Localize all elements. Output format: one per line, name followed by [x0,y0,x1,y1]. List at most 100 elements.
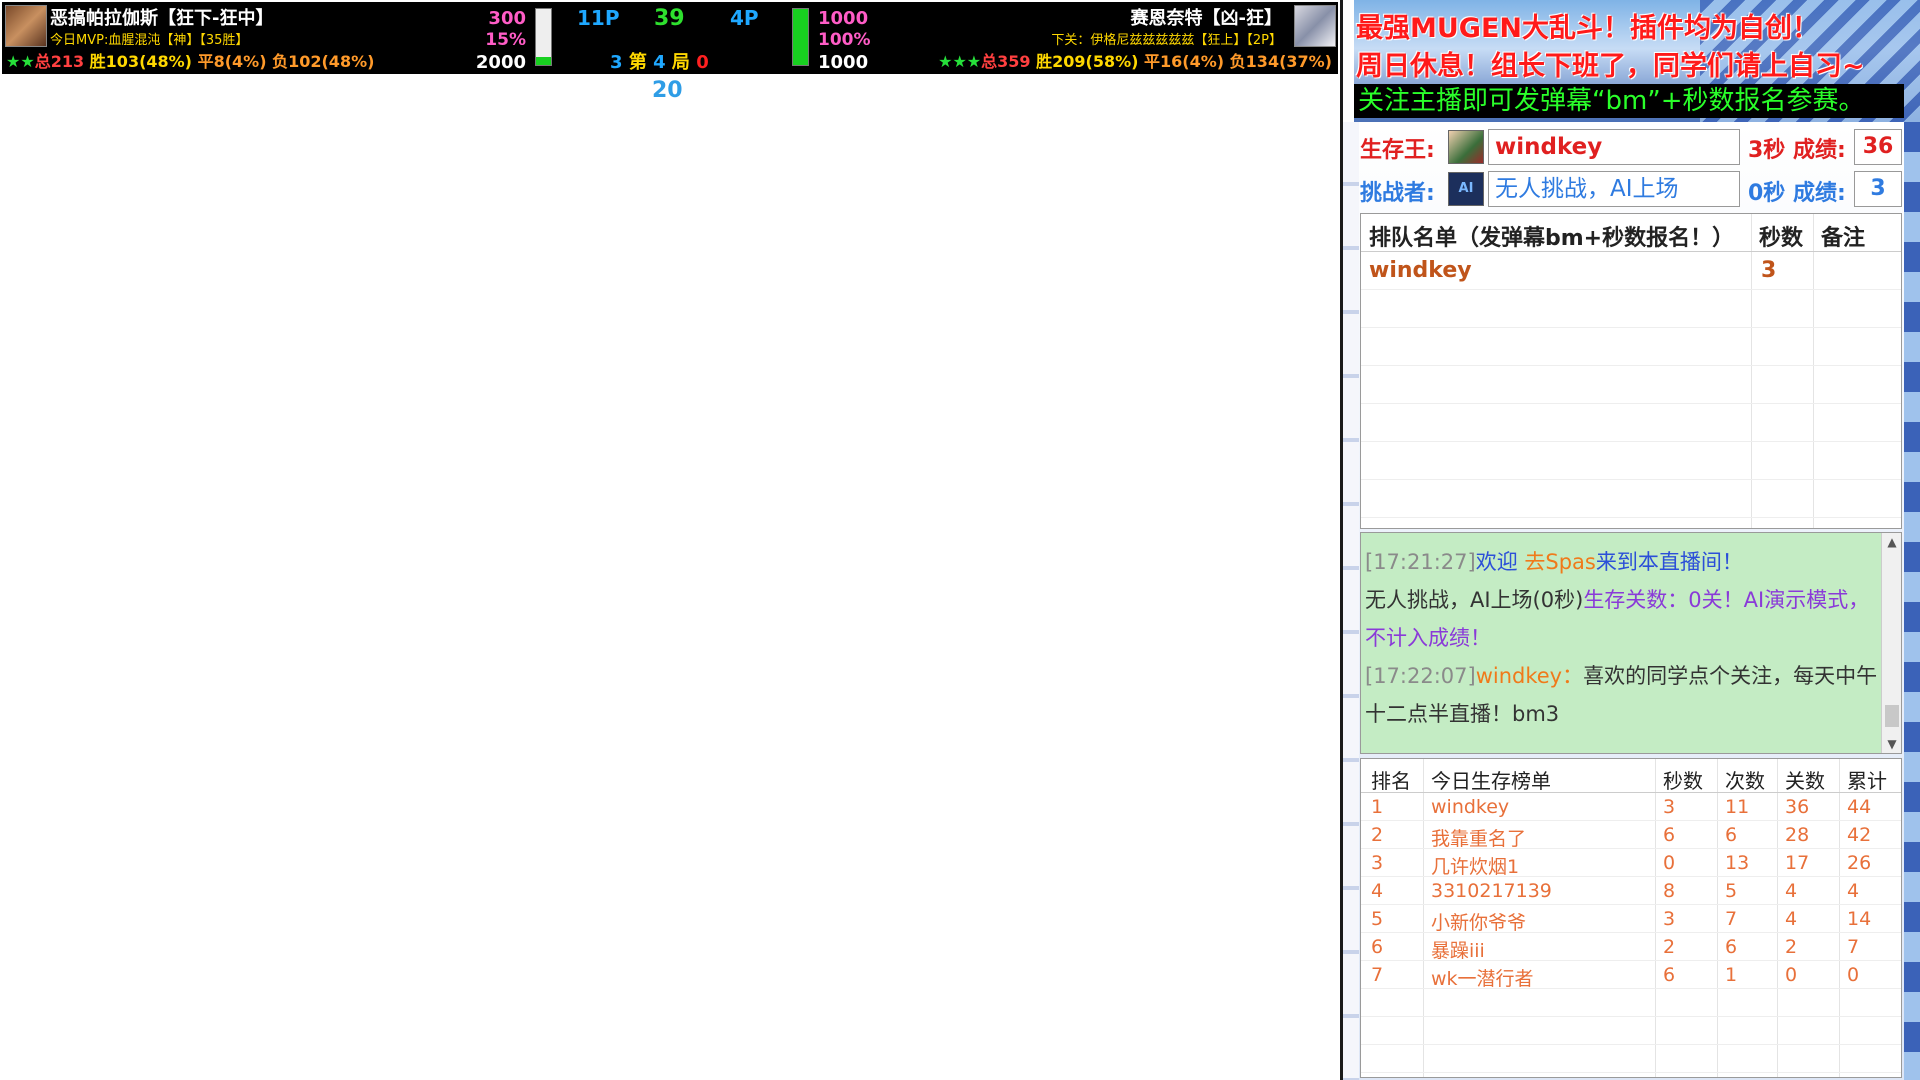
board-cell-rank: 6 [1371,936,1384,958]
p1-win: 胜103(48%) [89,52,192,71]
board-cell-stages: 4 [1785,880,1798,902]
king-seconds: 3秒 [1748,138,1786,163]
side-panel-left-decoration [1343,122,1359,1080]
board-cell-seconds: 0 [1663,852,1676,874]
p1-portrait [5,5,47,47]
round-left-count: 3 [610,52,623,73]
board-cell-seconds: 6 [1663,824,1676,846]
p1-level: 11P [577,6,620,30]
p2-life-bar [792,8,809,66]
board-cell-times: 11 [1725,796,1750,818]
chat-message: [17:21:27]欢迎 去Spas来到本直播间！ [1365,543,1881,581]
p2-power: 1000 [818,52,869,73]
p2-next-stage: 下关：伊格尼兹兹兹兹兹【狂上】【2P】 [1051,33,1282,48]
board-row[interactable]: 6 暴躁iii 2 6 2 7 [1361,933,1901,962]
queue-row-empty [1361,404,1901,442]
queue-header-name: 排队名单（发弹幕bm+秒数报名！） [1369,226,1735,251]
scroll-thumb[interactable] [1885,705,1899,727]
chat-text: 欢迎 [1475,550,1525,574]
p2-draw: 平16(4%) [1144,52,1225,71]
chat-time: [17:22:07] [1365,664,1476,688]
board-cell-seconds: 8 [1663,880,1676,902]
board-cell-total: 7 [1847,936,1860,958]
board-cell-total: 42 [1847,824,1872,846]
round-number: 4 [653,52,666,73]
queue-row-name: windkey [1369,258,1472,283]
banner-line-2: 周日休息！组长下班了，同学们请上自习~ [1356,51,1865,82]
king-score: 36 [1854,129,1902,165]
queue-row-empty [1361,328,1901,366]
board-cell-times: 6 [1725,936,1738,958]
p1-lose: 负102(48%) [272,52,375,71]
board-cell-name: 3310217139 [1431,880,1552,902]
board-row[interactable]: 7 wk一潜行者 6 1 0 0 [1361,961,1901,990]
king-seconds-score-label: 3秒 成绩: [1748,132,1846,164]
king-score-label-text: 成绩: [1792,138,1846,163]
round-word-1: 第 [628,52,647,73]
p1-stats: ★★总213 胜103(48%) 平8(4%) 负102(48%) [6,54,374,70]
board-cell-rank: 2 [1371,824,1384,846]
board-cell-times: 5 [1725,880,1738,902]
board-cell-times: 1 [1725,964,1738,986]
chat-text: 来到本直播间！ [1595,550,1743,574]
p1-hp-percent: 15% [485,30,526,50]
board-cell-rank: 4 [1371,880,1384,902]
p2-win: 胜209(58%) [1036,52,1139,71]
p1-life-fill [536,56,551,65]
challenger-seconds: 0秒 [1748,181,1786,206]
queue-header-note: 备注 [1821,226,1866,251]
p1-power: 2000 [475,52,526,73]
board-header-name: 今日生存榜单 [1431,769,1551,793]
board-cell-name: wk一潜行者 [1431,968,1534,990]
chat-panel[interactable]: [17:21:27]欢迎 去Spas来到本直播间！ 无人挑战，AI上场(0秒)生… [1360,532,1902,754]
board-cell-total: 26 [1847,852,1872,874]
chat-user: windkey [1475,664,1563,688]
board-cell-name: 我靠重名了 [1431,828,1527,850]
board-row[interactable]: 1 windkey 3 11 36 44 [1361,793,1901,821]
board-row[interactable]: 4 3310217139 8 5 4 4 [1361,877,1901,905]
board-cell-seconds: 3 [1663,796,1676,818]
board-cell-rank: 3 [1371,852,1384,874]
board-cell-total: 14 [1847,908,1872,930]
stream-overlay: 恶搞帕拉伽斯【狂下-狂中】 今日MVP:血腥混沌【神】【35胜】 ★★总213 … [0,0,1920,1080]
board-row[interactable]: 2 我靠重名了 6 6 28 42 [1361,821,1901,850]
p2-hp: 1000 [818,8,869,29]
p1-stars: ★★ [6,52,35,71]
board-cell-seconds: 2 [1663,936,1676,958]
p2-life-fill [793,9,808,65]
chat-user: 去Spas [1524,550,1596,574]
board-row-empty [1361,1045,1901,1073]
board-cell-total: 44 [1847,796,1872,818]
queue-row-empty [1361,366,1901,404]
board-cell-rank: 5 [1371,908,1384,930]
seconds-counter: 20 [652,78,683,103]
queue-row[interactable]: windkey 3 [1361,252,1901,290]
scroll-up-icon[interactable]: ▲ [1882,533,1901,551]
chat-scrollbar[interactable]: ▲ ▼ [1881,533,1901,753]
queue-row-empty [1361,480,1901,518]
board-cell-name: windkey [1431,796,1510,818]
queue-header-seconds: 秒数 [1759,226,1804,251]
board-header-stages: 关数 [1785,769,1825,793]
p1-total: 总213 [34,52,85,71]
p2-total: 总359 [981,52,1031,71]
p1-draw: 平8(4%) [197,52,267,71]
scroll-down-icon[interactable]: ▼ [1882,735,1901,753]
p2-portrait [1294,5,1336,47]
board-row[interactable]: 3 几许炊烟1 0 13 17 26 [1361,849,1901,878]
p2-hp-percent: 100% [818,30,871,50]
challenger-seconds-score-label: 0秒 成绩: [1748,175,1846,207]
board-row-empty [1361,989,1901,1017]
board-cell-times: 13 [1725,852,1750,874]
side-panel-right-decoration [1904,122,1920,1080]
survival-leaderboard: 排名 今日生存榜单 秒数 次数 关数 累计 1 windkey 3 11 36 44 2 我靠… [1360,758,1902,1078]
round-word-2: 局 [671,52,690,73]
board-row[interactable]: 5 小新你爷爷 3 7 4 14 [1361,905,1901,934]
chat-messages: [17:21:27]欢迎 去Spas来到本直播间！ 无人挑战，AI上场(0秒)生… [1365,543,1881,733]
p1-hp: 300 [488,8,526,29]
board-cell-times: 6 [1725,824,1738,846]
chat-text: 无人挑战，AI上场(0秒) [1365,588,1584,612]
chat-message: [17:22:07]windkey：喜欢的同学点个关注，每天中午十二点半直播！b… [1365,657,1881,733]
board-cell-rank: 1 [1371,796,1384,818]
p1-name: 恶搞帕拉伽斯【狂下-狂中】 [50,8,274,29]
